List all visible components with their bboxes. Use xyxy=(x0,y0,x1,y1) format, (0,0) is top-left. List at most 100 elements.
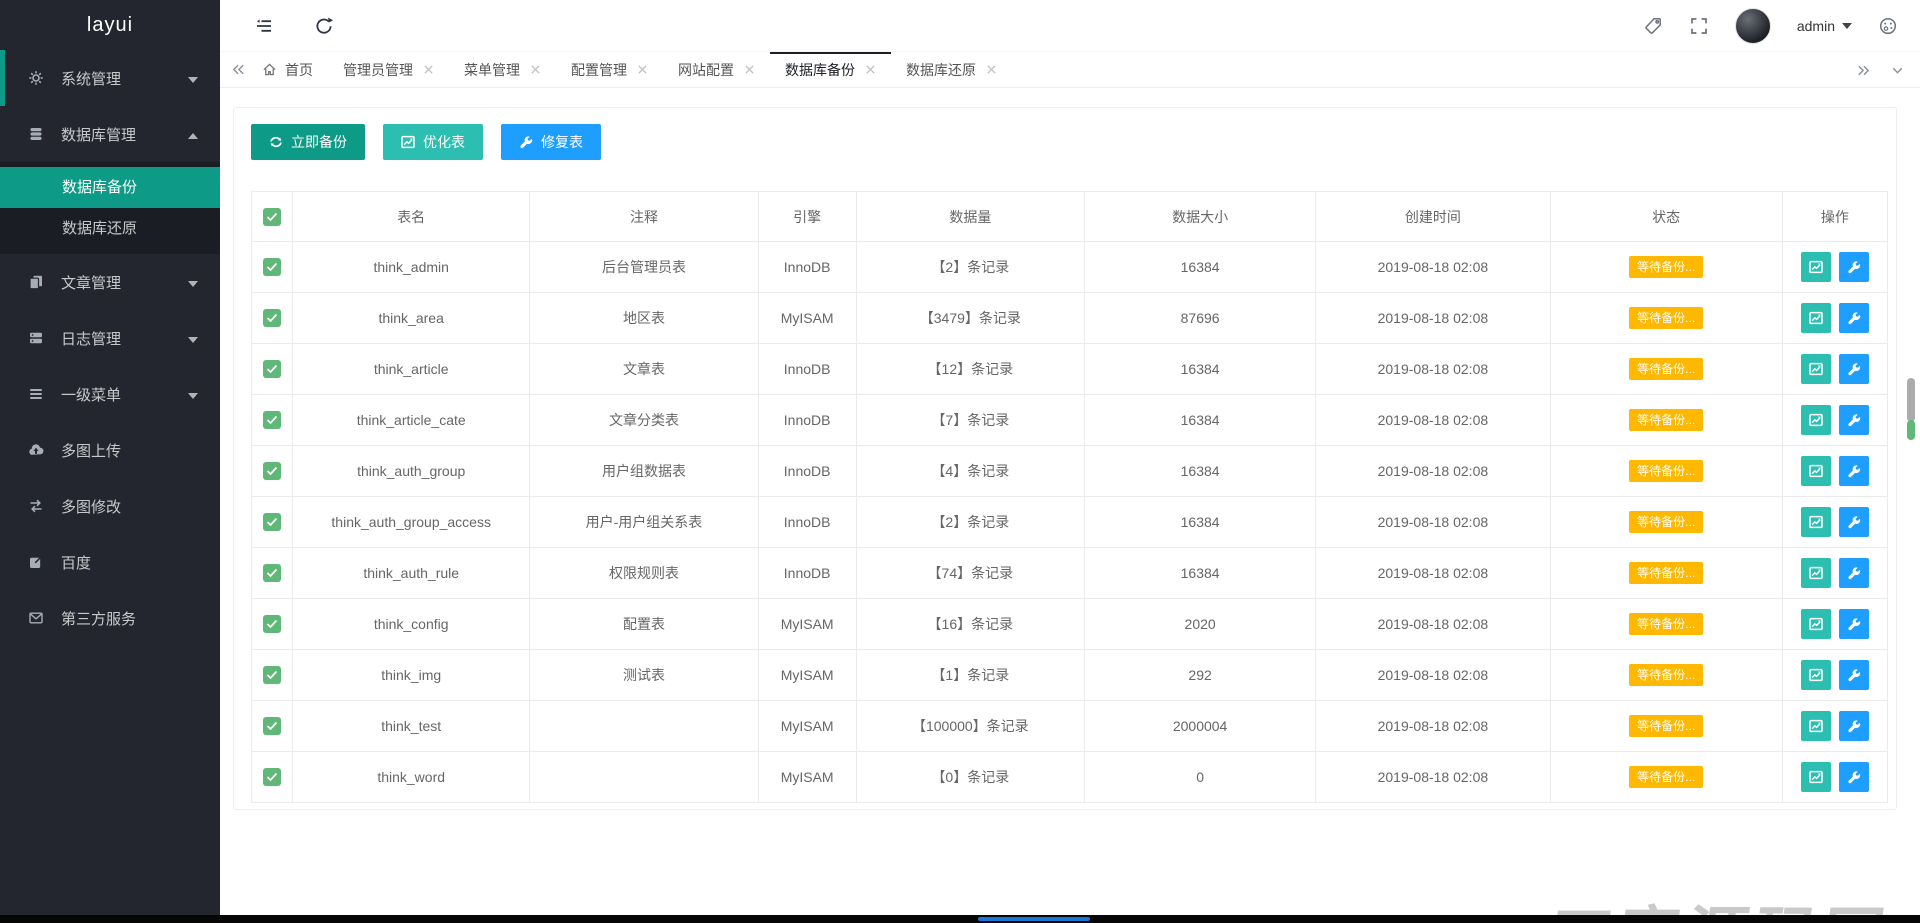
sidebar-item-level1-menu[interactable]: 一级菜单 xyxy=(0,366,220,422)
repair-row-button[interactable] xyxy=(1839,456,1869,486)
sidebar-item-article[interactable]: 文章管理 xyxy=(0,254,220,310)
caret-down-icon xyxy=(188,386,198,403)
row-checkbox[interactable] xyxy=(263,666,281,684)
row-checkbox[interactable] xyxy=(263,411,281,429)
vertical-scrollbar-thumb[interactable] xyxy=(1907,378,1915,422)
optimize-row-button[interactable] xyxy=(1801,558,1831,588)
repair-row-button[interactable] xyxy=(1839,405,1869,435)
optimize-row-button[interactable] xyxy=(1801,303,1831,333)
table-row: think_admin后台管理员表InnoDB【2】条记录163842019-0… xyxy=(252,242,1888,293)
user-menu[interactable]: admin xyxy=(1797,18,1852,34)
row-checkbox[interactable] xyxy=(263,360,281,378)
sidebar-subitem-db-restore[interactable]: 数据库还原 xyxy=(0,208,220,249)
repair-row-button[interactable] xyxy=(1839,354,1869,384)
cell-records: 【16】条记录 xyxy=(856,599,1084,650)
column-header: 数据量 xyxy=(856,192,1084,242)
sidebar-subitem-db-backup[interactable]: 数据库备份 xyxy=(0,167,220,208)
optimize-row-button[interactable] xyxy=(1801,609,1831,639)
optimize-row-button[interactable] xyxy=(1801,252,1831,282)
cell-records: 【100000】条记录 xyxy=(856,701,1084,752)
column-header-label: 引擎 xyxy=(793,209,821,225)
repair-row-button[interactable] xyxy=(1839,507,1869,537)
user-avatar[interactable] xyxy=(1735,8,1771,44)
repair-row-button[interactable] xyxy=(1839,558,1869,588)
sidebar-submenu: 数据库备份数据库还原 xyxy=(0,162,220,254)
sidebar-item-system[interactable]: 系统管理 xyxy=(0,50,220,106)
cell-status: 等待备份... xyxy=(1550,599,1782,650)
tabs-scroll-left-icon[interactable] xyxy=(230,61,247,78)
cell-operations xyxy=(1782,395,1887,446)
row-checkbox[interactable] xyxy=(263,615,281,633)
sidebar-item-multi-upload[interactable]: 多图上传 xyxy=(0,422,220,478)
status-badge: 等待备份... xyxy=(1629,715,1703,737)
optimize-row-button[interactable] xyxy=(1801,660,1831,690)
repair-row-button[interactable] xyxy=(1839,711,1869,741)
tab-close-icon[interactable] xyxy=(744,64,755,75)
column-header: 创建时间 xyxy=(1316,192,1550,242)
repair-row-button[interactable] xyxy=(1839,660,1869,690)
tab-site-config[interactable]: 网站配置 xyxy=(663,52,770,88)
tab-db-restore[interactable]: 数据库还原 xyxy=(891,52,1012,88)
fullscreen-icon[interactable] xyxy=(1689,16,1709,36)
collapse-sidebar-icon[interactable] xyxy=(254,16,274,36)
tab-menu-manage[interactable]: 菜单管理 xyxy=(449,52,556,88)
row-checkbox[interactable] xyxy=(263,462,281,480)
tab-close-icon[interactable] xyxy=(986,64,997,75)
optimize-row-button[interactable] xyxy=(1801,456,1831,486)
tab-home[interactable]: 首页 xyxy=(247,52,328,88)
tab-close-icon[interactable] xyxy=(637,64,648,75)
optimize-table-button[interactable]: 优化表 xyxy=(383,124,483,160)
caret-down-icon xyxy=(188,70,198,87)
tab-config-manage[interactable]: 配置管理 xyxy=(556,52,663,88)
row-checkbox[interactable] xyxy=(263,309,281,327)
tab-admin-manage[interactable]: 管理员管理 xyxy=(328,52,449,88)
repair-row-button[interactable] xyxy=(1839,252,1869,282)
sidebar-item-third-party[interactable]: 第三方服务 xyxy=(0,590,220,646)
repair-row-button[interactable] xyxy=(1839,762,1869,792)
cell-size: 16384 xyxy=(1084,548,1315,599)
chart-icon xyxy=(1809,260,1823,274)
row-checkbox[interactable] xyxy=(263,717,281,735)
tab-close-icon[interactable] xyxy=(423,64,434,75)
cell-name: think_area xyxy=(293,293,530,344)
sidebar: layui 系统管理数据库管理数据库备份数据库还原文章管理日志管理一级菜单多图上… xyxy=(0,0,220,923)
backup-now-button[interactable]: 立即备份 xyxy=(251,124,365,160)
row-checkbox[interactable] xyxy=(263,513,281,531)
theme-palette-icon[interactable] xyxy=(1878,16,1898,36)
refresh-icon[interactable] xyxy=(314,16,334,36)
cell-comment: 用户组数据表 xyxy=(530,446,758,497)
tabs-scroll-right-icon[interactable] xyxy=(1855,62,1872,79)
sidebar-item-database[interactable]: 数据库管理 xyxy=(0,106,220,162)
tag-icon[interactable] xyxy=(1643,16,1663,36)
sidebar-item-multi-edit[interactable]: 多图修改 xyxy=(0,478,220,534)
tabs-more-icon[interactable] xyxy=(1889,62,1906,79)
cell-created: 2019-08-18 02:08 xyxy=(1316,701,1550,752)
optimize-row-button[interactable] xyxy=(1801,507,1831,537)
cell-status: 等待备份... xyxy=(1550,293,1782,344)
tab-db-backup[interactable]: 数据库备份 xyxy=(770,52,891,88)
backup-table: 表名注释引擎数据量数据大小创建时间状态操作 think_admin后台管理员表I… xyxy=(251,191,1888,803)
optimize-row-button[interactable] xyxy=(1801,354,1831,384)
repair-row-button[interactable] xyxy=(1839,303,1869,333)
optimize-row-button[interactable] xyxy=(1801,711,1831,741)
select-all-checkbox[interactable] xyxy=(263,208,281,226)
tab-close-icon[interactable] xyxy=(530,64,541,75)
row-checkbox[interactable] xyxy=(263,564,281,582)
sidebar-item-baidu[interactable]: 百度 xyxy=(0,534,220,590)
cell-created: 2019-08-18 02:08 xyxy=(1316,599,1550,650)
cell-size: 16384 xyxy=(1084,446,1315,497)
column-header-label: 创建时间 xyxy=(1405,209,1461,225)
repair-table-button[interactable]: 修复表 xyxy=(501,124,601,160)
optimize-row-button[interactable] xyxy=(1801,405,1831,435)
tab-close-icon[interactable] xyxy=(865,64,876,75)
sidebar-item-log[interactable]: 日志管理 xyxy=(0,310,220,366)
optimize-row-button[interactable] xyxy=(1801,762,1831,792)
cell-operations xyxy=(1782,242,1887,293)
row-checkbox[interactable] xyxy=(263,768,281,786)
wrench-icon xyxy=(1847,515,1861,529)
chart-icon xyxy=(1809,770,1823,784)
row-checkbox[interactable] xyxy=(263,258,281,276)
cell-size: 16384 xyxy=(1084,242,1315,293)
cell-operations xyxy=(1782,701,1887,752)
repair-row-button[interactable] xyxy=(1839,609,1869,639)
